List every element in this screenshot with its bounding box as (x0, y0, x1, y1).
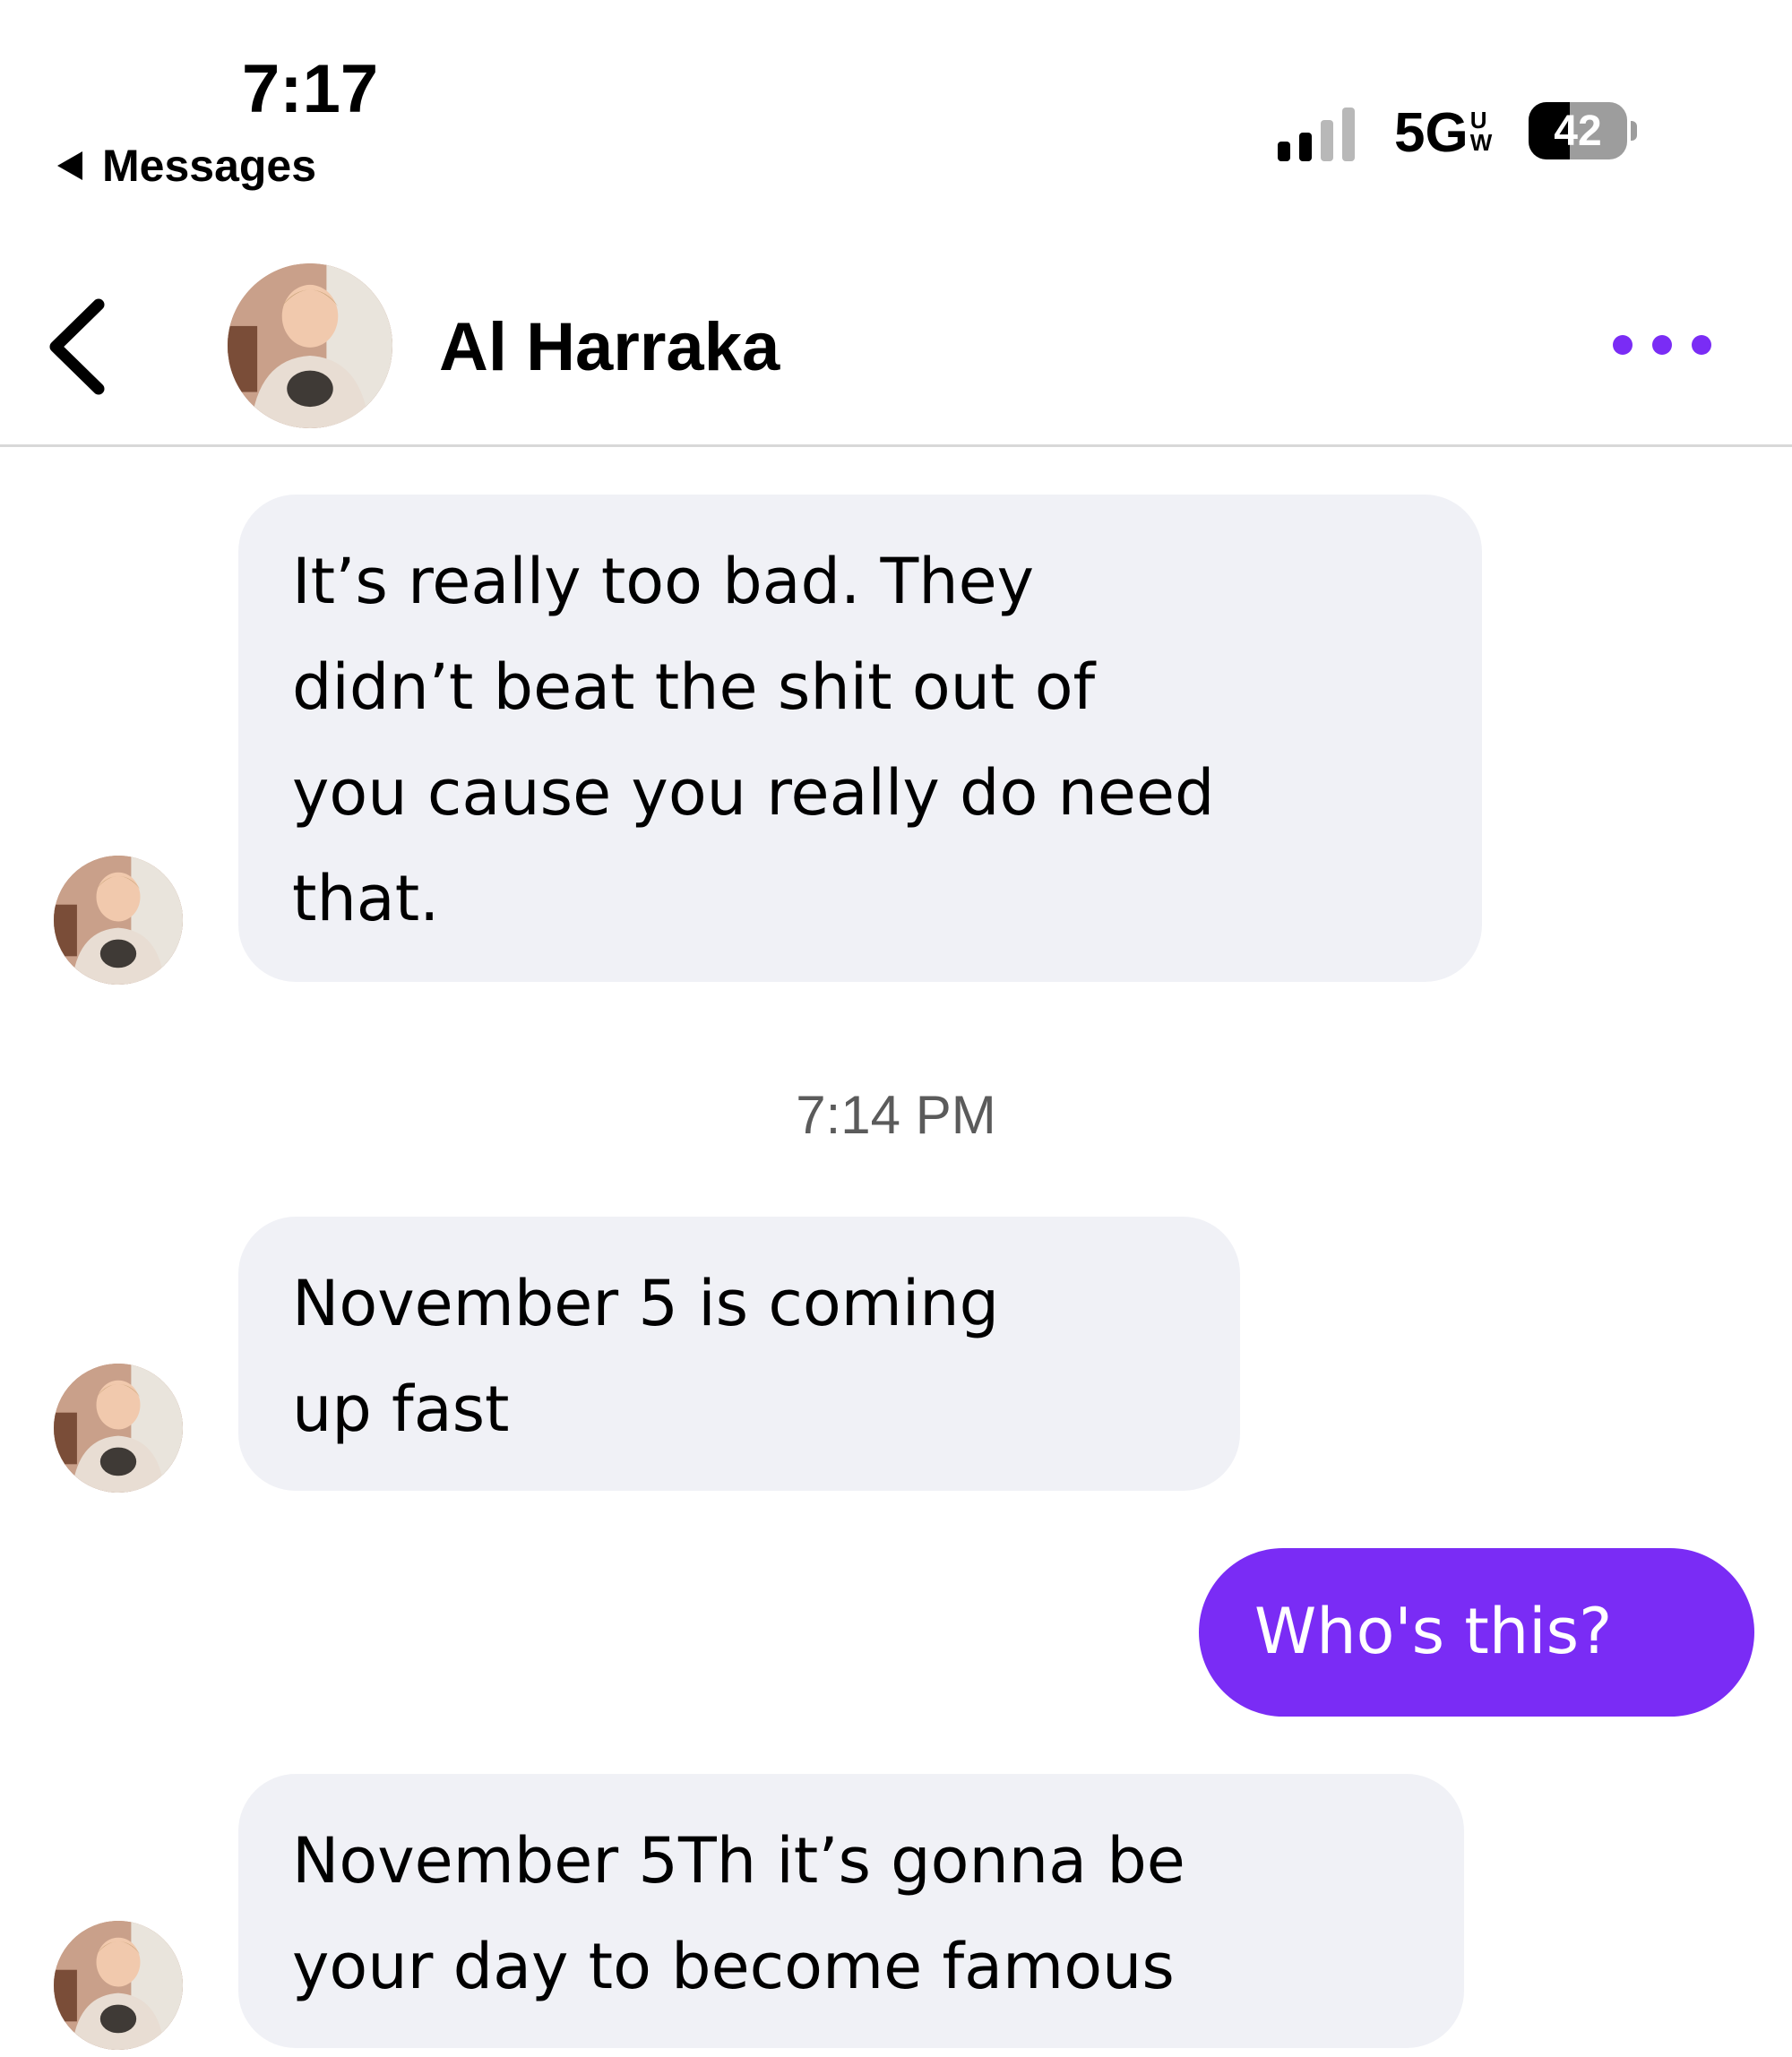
network-type: 5G (1394, 102, 1469, 164)
more-options-button[interactable] (1613, 323, 1711, 367)
contact-avatar[interactable] (228, 263, 392, 428)
incoming-message[interactable]: November 5 is coming up fast (238, 1217, 1240, 1491)
message-timestamp: 7:14 PM (796, 1085, 996, 1145)
avatar-photo-icon (54, 1921, 183, 2050)
incoming-message[interactable]: It’s really too bad. They didn’t beat th… (238, 495, 1482, 982)
avatar-photo-icon (54, 856, 183, 985)
messenger-screen: 7:17 Messages 5G U W 42 Al Harraka It’s … (0, 0, 1792, 2057)
incoming-message[interactable]: November 5Th it’s gonna be your day to b… (238, 1774, 1464, 2048)
battery-level: 42 (1554, 107, 1602, 155)
network-badge: UW (1469, 107, 1493, 156)
sender-avatar[interactable] (54, 856, 183, 985)
header-divider (0, 444, 1792, 447)
back-to-messages-link[interactable]: Messages (57, 143, 316, 188)
cellular-signal-icon (1278, 108, 1355, 161)
back-to-app-label: Messages (102, 141, 317, 191)
avatar-photo-icon (228, 263, 392, 428)
more-dot-icon (1692, 335, 1711, 355)
battery-icon: 42 (1529, 100, 1640, 161)
contact-name[interactable]: Al Harraka (439, 314, 780, 382)
status-time: 7:17 (242, 51, 379, 127)
battery-body: 42 (1529, 102, 1627, 159)
chevron-left-icon[interactable] (36, 288, 116, 405)
network-indicator: 5G U W (1394, 106, 1492, 161)
battery-tip (1631, 121, 1637, 141)
sender-avatar[interactable] (54, 1921, 183, 2050)
back-triangle-icon (57, 151, 82, 180)
outgoing-message[interactable]: Who's this? (1199, 1548, 1754, 1717)
more-dot-icon (1652, 335, 1672, 355)
more-dot-icon (1613, 335, 1633, 355)
sender-avatar[interactable] (54, 1364, 183, 1493)
avatar-photo-icon (54, 1364, 183, 1493)
